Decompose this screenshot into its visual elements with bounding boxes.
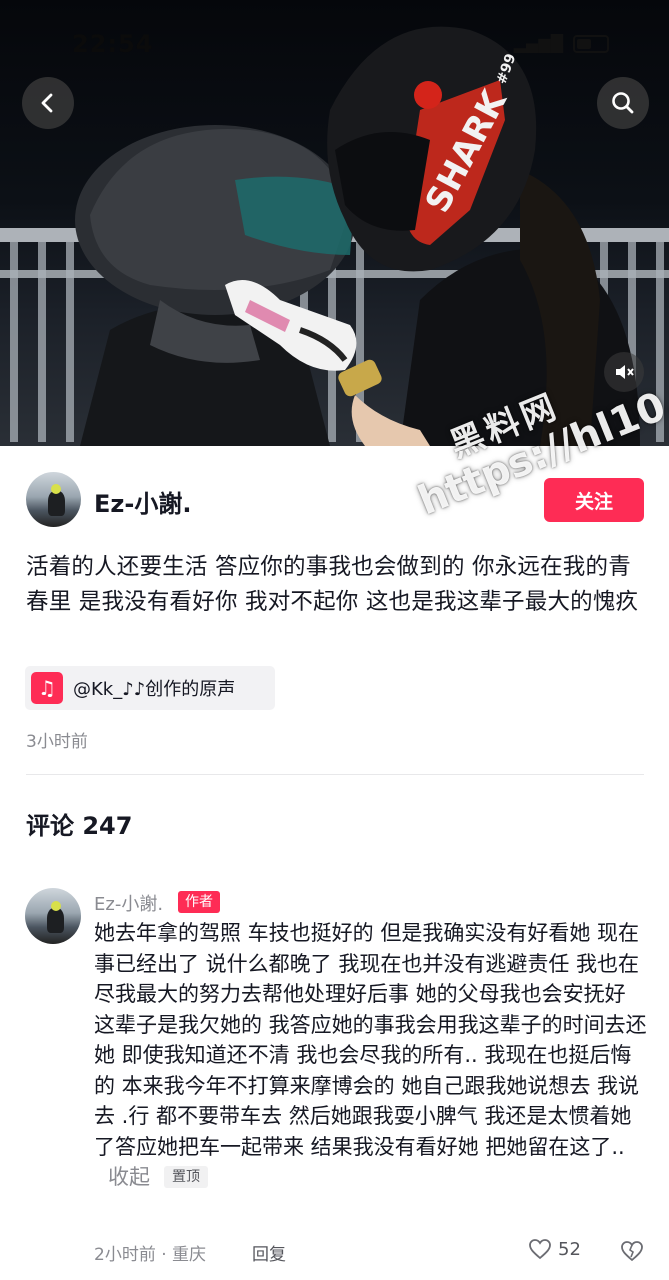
signal-icon: ▂▄▆█ [513, 34, 563, 53]
search-icon [612, 92, 634, 114]
post-caption: 活着的人还要生活 答应你的事我也会做到的 你永远在我的青春里 是我没有看好你 我… [26, 554, 639, 615]
status-bar-icons: ▂▄▆█ [514, 34, 609, 53]
reply-button[interactable]: 回复 [252, 1240, 286, 1265]
pinned-badge: 置顶 [164, 1166, 208, 1188]
comment-meta: 2小时前 · 重庆 [94, 1245, 207, 1265]
comment-avatar[interactable] [25, 888, 81, 944]
dislike-button[interactable] [620, 1240, 644, 1266]
speaker-muted-icon [616, 365, 634, 379]
heart-icon [529, 1239, 551, 1260]
author-badge: 作者 [178, 891, 220, 913]
mute-toggle[interactable] [604, 352, 644, 392]
post-cover-image[interactable]: SHARK #99 22:54 ▂▄▆█ [0, 0, 669, 446]
comment-body: 她去年拿的驾照 车技也挺好的 但是我确实没有好看她 现在事已经出了 说什么都晚了… [94, 918, 650, 1193]
broken-heart-icon [621, 1241, 643, 1262]
like-count: 52 [558, 1238, 581, 1260]
follow-button[interactable]: 关注 [544, 478, 644, 522]
author-avatar[interactable] [26, 472, 81, 527]
collapse-link[interactable]: 收起 [108, 1165, 150, 1189]
search-button[interactable] [597, 77, 649, 129]
music-title: @Kk_♪♪创作的原声 [73, 679, 236, 700]
comment-author[interactable]: Ez-小謝. [94, 890, 163, 916]
comment-text: 她去年拿的驾照 车技也挺好的 但是我确实没有好看她 现在事已经出了 说什么都晚了… [94, 921, 647, 1159]
music-note-icon: ♫ [31, 672, 63, 704]
music-chip[interactable]: ♫ @Kk_♪♪创作的原声 [25, 666, 275, 710]
battery-icon [573, 34, 609, 53]
couple-helmets-photo: SHARK #99 [0, 26, 669, 446]
post-time: 3小时前 [26, 732, 88, 752]
back-button[interactable] [22, 77, 74, 129]
like-button[interactable]: 52 [528, 1238, 581, 1260]
author-name[interactable]: Ez-小謝. [94, 484, 191, 519]
divider [26, 774, 644, 775]
comments-title: 评论 247 [26, 812, 133, 840]
status-bar-time: 22:54 [72, 30, 154, 58]
chevron-left-icon [41, 93, 53, 113]
